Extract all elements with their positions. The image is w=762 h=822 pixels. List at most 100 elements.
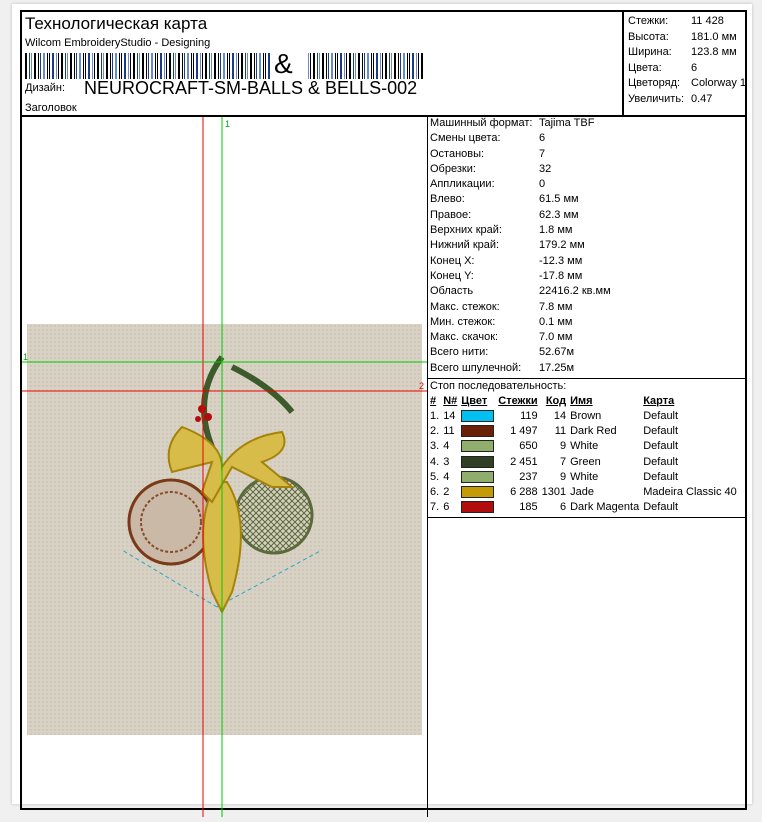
row-index: 3. [430, 440, 440, 453]
column-header: Код [545, 394, 567, 407]
stat-label: Стежки: [628, 15, 669, 27]
subtitle: Wilcom EmbroideryStudio - Designing [25, 37, 211, 49]
stitch-count: 185 [519, 501, 538, 514]
info-row: Всего шпулечной: 17.25м [428, 362, 747, 377]
row-index: 2. [430, 424, 440, 437]
stat-value: Colorway 1 [691, 77, 747, 89]
design-canvas: 1 1 2 [22, 117, 427, 817]
stop-sequence-table: # N# Цвет Стежки Код Имя Карта 1. 14 119 14 Brown De… [428, 393, 739, 515]
barcode [25, 53, 423, 79]
info-label: Область [430, 285, 474, 298]
needle-number: 14 [443, 409, 456, 422]
thread-name: Green [570, 455, 601, 468]
column-header: Стежки [498, 394, 538, 407]
stitch-count: 6 288 [510, 486, 538, 499]
needle-number: 4 [443, 470, 450, 483]
info-label: Остановы: [430, 147, 485, 160]
info-row: Правое: 62.3 мм [428, 209, 747, 224]
info-label: Макс. стежок: [430, 300, 500, 313]
info-value: 17.25м [539, 361, 575, 374]
stitch-count: 119 [520, 409, 538, 422]
info-value: Tajima TBF [539, 117, 595, 129]
row-index: 7. [430, 501, 440, 514]
table-row: 3. 4 650 9 White Default [428, 439, 739, 454]
color-cell [459, 454, 496, 469]
stat-value: 123.8 мм [691, 46, 737, 58]
info-value: 52.67м [539, 346, 575, 359]
color-swatch [461, 470, 495, 483]
table-row: 6. 2 6 288 1301 Jade Madeira Classic 40 [428, 484, 739, 499]
color-cell [459, 423, 496, 438]
row-index: 1. [430, 409, 440, 422]
info-label: Мин. стежок: [430, 315, 496, 328]
thread-chart: Default [643, 440, 679, 453]
table-row: 4. 3 2 451 7 Green Default [428, 454, 739, 469]
thread-name: Brown [570, 409, 602, 422]
stat-value: 181.0 мм [691, 30, 737, 43]
info-row: Всего нити: 52.67м [428, 346, 747, 361]
thread-name: Dark Magenta [570, 501, 640, 514]
stat-label: Увеличить: [628, 92, 685, 105]
info-value: 22416.2 кв.мм [539, 285, 611, 298]
thread-chart: Default [643, 455, 679, 468]
thread-code: 14 [553, 409, 567, 422]
info-value: 7.0 мм [539, 331, 573, 344]
color-cell [459, 484, 496, 499]
stat-label: Ширина: [628, 46, 672, 58]
page-title: Технологическая карта [25, 14, 208, 33]
stop-sequence: Стоп последовательность: # N# Цвет Стежки Ко… [428, 378, 747, 518]
table-row: 1. 14 119 14 Brown Default [428, 408, 739, 423]
heading-label: Заголовок [25, 102, 77, 114]
stop-sequence-title: Стоп последовательность: [430, 380, 567, 392]
stitch-count: 2 451 [510, 455, 538, 468]
stitch-count: 237 [519, 470, 538, 483]
guide-label-h2: 2 [419, 381, 424, 391]
info-row: Аппликации: 0 [428, 178, 747, 193]
row-index: 4. [430, 455, 440, 468]
color-swatch [461, 409, 495, 422]
thread-code: 9 [559, 470, 567, 483]
stitch-count: 650 [519, 440, 538, 453]
color-cell [459, 469, 496, 484]
design-name: NEUROCRAFT-SM-BALLS & BELLS-002 [84, 78, 418, 98]
info-label: Обрезки: [430, 162, 476, 175]
thread-chart: Default [643, 424, 679, 437]
info-row: Конец Y: -17.8 мм [428, 270, 747, 285]
info-label: Влево: [430, 193, 465, 206]
table-row: 7. 6 185 6 Dark Magenta Default [428, 500, 739, 515]
column-header: N# [443, 394, 458, 407]
color-swatch [461, 424, 495, 437]
info-label: Аппликации: [430, 178, 495, 191]
design-preview: 1 1 2 [22, 117, 428, 817]
info-row: Мин. стежок: 0.1 мм [428, 316, 747, 331]
row-index: 5. [430, 470, 440, 483]
info-row: Макс. скачок: 7.0 мм [428, 331, 747, 346]
thread-chart: Default [643, 409, 679, 422]
info-row: Влево: 61.5 мм [428, 193, 747, 208]
info-value: 179.2 мм [539, 239, 585, 252]
color-swatch [461, 486, 495, 499]
thread-code: 7 [559, 455, 567, 468]
info-label: Правое: [430, 208, 472, 221]
column-header: Имя [570, 394, 593, 407]
needle-number: 11 [443, 424, 455, 437]
info-label: Всего шпулечной: [430, 361, 522, 374]
info-row: Нижний край: 179.2 мм [428, 239, 747, 254]
worksheet-frame: Технологическая карта Wilcom EmbroideryS… [20, 10, 747, 817]
thread-chart: Default [643, 501, 679, 514]
thread-chart: Default [643, 470, 679, 483]
info-row: Смены цвета: 6 [428, 132, 747, 147]
info-value: 0.1 мм [539, 315, 573, 328]
stat-label: Цветоряд: [628, 77, 681, 89]
info-label: Верхних край: [430, 224, 502, 237]
info-label: Всего нити: [430, 346, 489, 359]
column-header: Цвет [461, 394, 488, 407]
column-header: Карта [643, 394, 675, 407]
info-value: 6 [539, 132, 546, 145]
info-row: Верхних край: 1.8 мм [428, 224, 747, 239]
info-value: -17.8 мм [539, 269, 583, 282]
main-area: 1 1 2 Машинный формат: Tajima TBF Смены цв… [22, 115, 747, 817]
machine-info: Машинный формат: Tajima TBF Смены цвета: 6 О… [428, 117, 747, 377]
needle-number: 6 [443, 501, 450, 514]
info-row: Остановы: 7 [428, 148, 747, 163]
